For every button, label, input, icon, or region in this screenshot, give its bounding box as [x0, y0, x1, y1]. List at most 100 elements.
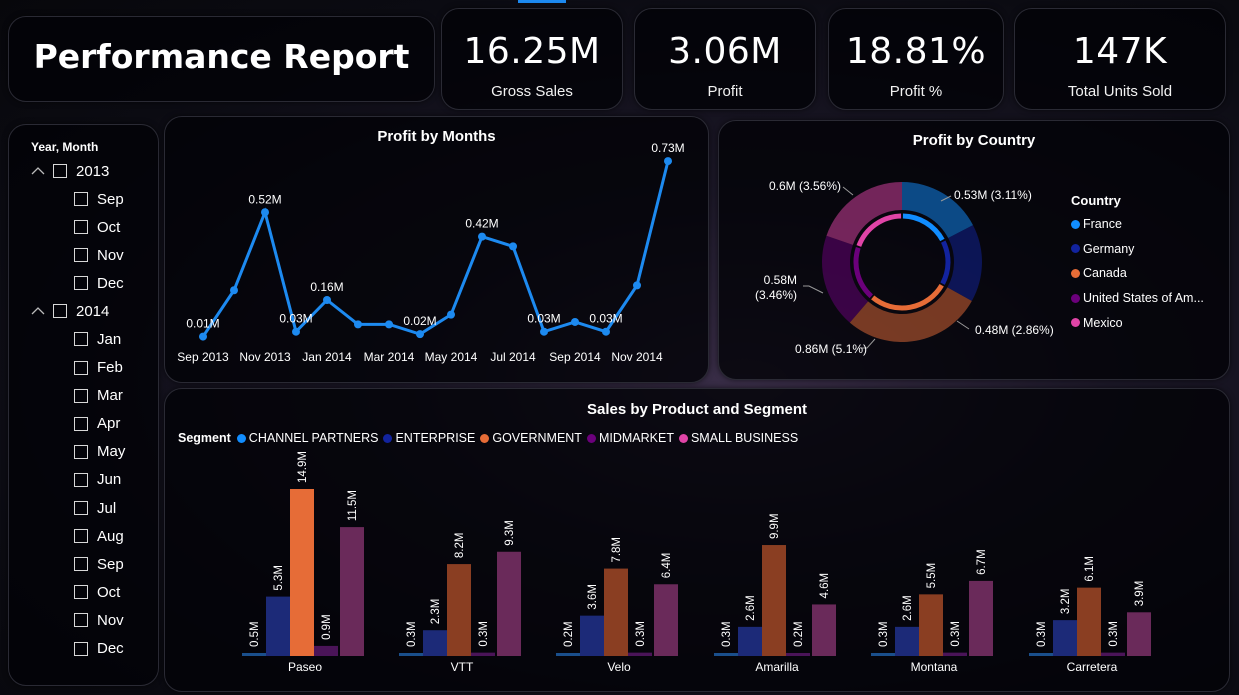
page-title: Performance Report	[33, 37, 410, 76]
slicer-month-2014-sep[interactable]: Sep	[74, 554, 124, 574]
bar[interactable]	[290, 489, 314, 656]
checkbox[interactable]	[74, 529, 88, 544]
slicer-month-label: Dec	[97, 640, 124, 657]
slicer-month-2013-oct[interactable]: Oct	[74, 217, 120, 237]
bar[interactable]	[762, 545, 786, 656]
slicer-month-2013-nov[interactable]: Nov	[74, 245, 124, 265]
slicer-month-2013-dec[interactable]: Dec	[74, 273, 124, 293]
checkbox[interactable]	[74, 641, 88, 656]
bar[interactable]	[969, 580, 993, 656]
checkbox[interactable]	[74, 388, 88, 403]
leader-line	[803, 285, 824, 294]
checkbox[interactable]	[74, 220, 88, 235]
data-point[interactable]	[540, 327, 548, 336]
checkbox[interactable]	[74, 557, 88, 572]
data-point[interactable]	[571, 317, 579, 326]
data-point[interactable]	[602, 327, 610, 336]
slicer-month-2014-jul[interactable]: Jul	[74, 498, 116, 518]
legend-item[interactable]: Mexico	[1071, 310, 1221, 335]
data-point[interactable]	[261, 208, 269, 217]
checkbox[interactable]	[53, 164, 67, 178]
bar[interactable]	[471, 652, 495, 656]
bar[interactable]	[1077, 587, 1101, 656]
bar[interactable]	[266, 596, 290, 656]
data-label: 0.6M (3.56%)	[769, 179, 841, 193]
page-accent-bar	[518, 0, 566, 3]
bar[interactable]	[628, 652, 652, 656]
bar[interactable]	[242, 653, 266, 656]
slicer-month-2014-oct[interactable]: Oct	[74, 582, 120, 602]
slicer-month-label: Oct	[97, 583, 121, 601]
checkbox[interactable]	[74, 192, 88, 206]
data-point[interactable]	[478, 232, 486, 241]
checkbox[interactable]	[74, 472, 88, 487]
data-point[interactable]	[354, 320, 362, 329]
bar[interactable]	[340, 527, 364, 656]
data-point[interactable]	[633, 281, 641, 290]
data-point[interactable]	[447, 310, 455, 319]
bar[interactable]	[447, 564, 471, 656]
checkbox[interactable]	[74, 332, 88, 347]
bar[interactable]	[1127, 612, 1151, 656]
data-point[interactable]	[509, 242, 517, 251]
legend-item[interactable]: United States of Am...	[1071, 286, 1221, 311]
legend-item[interactable]: France	[1071, 212, 1221, 237]
bar[interactable]	[1053, 620, 1077, 656]
bar[interactable]	[1029, 653, 1053, 656]
data-point[interactable]	[199, 332, 207, 341]
data-point[interactable]	[292, 327, 300, 336]
bar[interactable]	[497, 551, 521, 656]
slicer-month-2013-sep[interactable]: Sep	[74, 189, 124, 209]
legend-item[interactable]: Germany	[1071, 237, 1221, 262]
bar[interactable]	[654, 584, 678, 656]
checkbox[interactable]	[53, 304, 67, 319]
bar[interactable]	[580, 615, 604, 656]
checkbox[interactable]	[74, 248, 88, 263]
slicer-month-2014-apr[interactable]: Apr	[74, 414, 120, 434]
checkbox[interactable]	[74, 501, 88, 515]
slicer-month-2014-jun[interactable]: Jun	[74, 470, 121, 490]
legend-dot	[1071, 293, 1080, 303]
bar[interactable]	[943, 652, 967, 656]
bar[interactable]	[895, 626, 919, 656]
bar[interactable]	[314, 645, 338, 656]
data-point[interactable]	[664, 157, 672, 166]
x-tick-label: Nov 2013	[239, 350, 291, 364]
slicer-month-2014-mar[interactable]: Mar	[74, 386, 123, 406]
slicer-year-2013[interactable]: 2013	[31, 161, 109, 181]
slicer-month-2014-feb[interactable]: Feb	[74, 358, 123, 378]
checkbox[interactable]	[74, 585, 88, 600]
slicer-month-2014-aug[interactable]: Aug	[74, 526, 124, 546]
checkbox[interactable]	[74, 613, 88, 628]
checkbox[interactable]	[74, 416, 88, 431]
data-label: 14.9M	[297, 451, 309, 483]
slicer-year-2014[interactable]: 2014	[31, 301, 109, 321]
checkbox[interactable]	[74, 276, 88, 291]
bar[interactable]	[738, 626, 762, 656]
bar[interactable]	[786, 653, 810, 656]
data-point[interactable]	[230, 286, 238, 295]
bar[interactable]	[556, 653, 580, 656]
data-point[interactable]	[385, 320, 393, 329]
checkbox[interactable]	[74, 444, 88, 459]
bar[interactable]	[1101, 652, 1125, 656]
bar[interactable]	[812, 604, 836, 656]
bar[interactable]	[399, 653, 423, 656]
chevron-up-icon[interactable]	[31, 304, 45, 318]
bar[interactable]	[423, 630, 447, 656]
slicer-month-2014-jan[interactable]: Jan	[74, 329, 121, 349]
x-tick-label: Sep 2014	[549, 350, 601, 364]
data-point[interactable]	[323, 296, 331, 304]
legend-item[interactable]: Canada	[1071, 261, 1221, 286]
slicer-month-2014-may[interactable]: May	[74, 442, 125, 462]
chevron-up-icon[interactable]	[31, 164, 45, 178]
checkbox[interactable]	[74, 360, 88, 375]
donut-slice[interactable]	[947, 225, 982, 302]
bar[interactable]	[714, 653, 738, 656]
slicer-month-2014-dec[interactable]: Dec	[74, 639, 124, 659]
bar[interactable]	[604, 568, 628, 656]
bar[interactable]	[919, 594, 943, 656]
data-point[interactable]	[416, 330, 424, 339]
slicer-month-2014-nov[interactable]: Nov	[74, 610, 124, 630]
bar[interactable]	[871, 653, 895, 656]
